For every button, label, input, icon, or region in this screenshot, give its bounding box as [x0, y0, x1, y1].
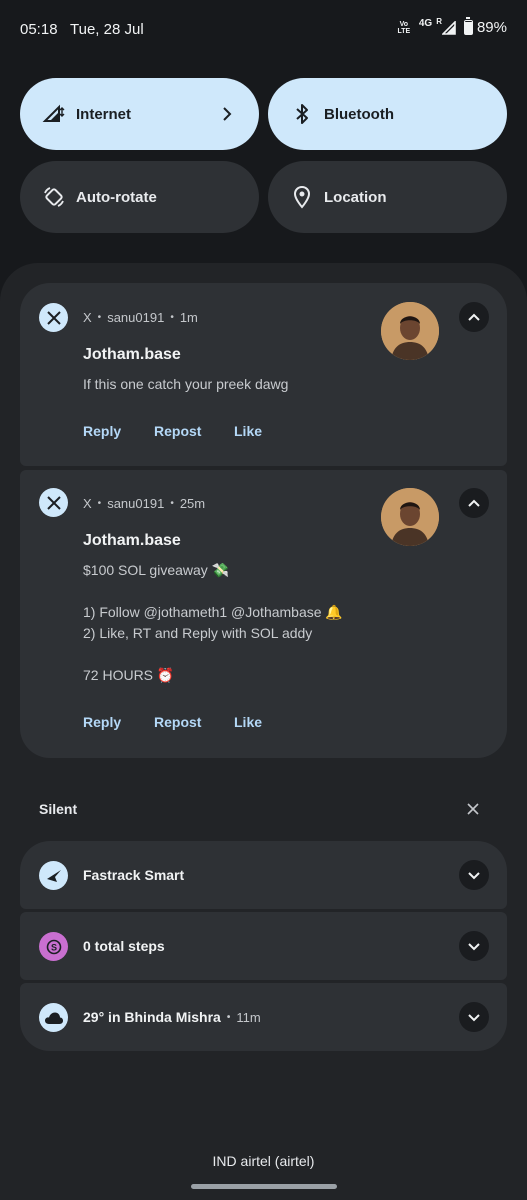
like-button[interactable]: Like — [234, 714, 262, 730]
bluetooth-icon — [290, 102, 314, 126]
silent-notification-title: 29° in Bhinda Mishra • 11m — [83, 1009, 261, 1025]
separator-dot: • — [170, 498, 174, 509]
silent-notification[interactable]: 29° in Bhinda Mishra • 11m — [20, 983, 507, 1051]
svg-text:S: S — [50, 942, 56, 952]
clock: 05:18 — [20, 21, 58, 38]
notification-text-line: 2) Like, RT and Reply with SOL addy — [83, 625, 313, 641]
repost-button[interactable]: Repost — [154, 714, 201, 730]
collapse-button[interactable] — [459, 302, 489, 332]
tile-internet-label: Internet — [76, 105, 132, 123]
tile-internet[interactable]: Internet — [20, 78, 259, 150]
fastrack-icon — [39, 861, 68, 890]
carrier-label: IND airtel (airtel) — [212, 1153, 315, 1169]
tile-bluetooth-label: Bluetooth — [324, 105, 394, 123]
notification-card[interactable]: X • sanu0191 • 25m Jotham.base $100 SOL … — [20, 470, 507, 758]
tile-location[interactable]: Location — [268, 161, 507, 233]
separator-dot: • — [226, 1011, 231, 1023]
gesture-nav-handle[interactable] — [191, 1184, 337, 1189]
tile-auto-rotate[interactable]: Auto-rotate — [20, 161, 259, 233]
account-name: sanu0191 — [107, 496, 165, 511]
expand-button[interactable] — [459, 1002, 489, 1032]
notification-text-line: $100 SOL giveaway 💸 — [83, 562, 230, 578]
battery-icon — [463, 17, 473, 35]
x-app-icon — [39, 488, 68, 517]
notification-time: 25m — [179, 496, 206, 511]
tile-auto-rotate-label: Auto-rotate — [76, 188, 157, 206]
location-pin-icon — [290, 185, 314, 209]
notification-title: 0 total steps — [83, 938, 165, 954]
chevron-right-icon[interactable] — [215, 102, 239, 126]
volte-icon: Vo LTE — [397, 20, 411, 35]
status-bar: 05:18 Tue, 28 Jul Vo LTE 4G R 89% — [0, 0, 527, 60]
notification-title: Jotham.base — [83, 346, 181, 363]
collapse-button[interactable] — [459, 488, 489, 518]
separator-dot: • — [97, 498, 102, 509]
x-app-icon — [39, 303, 68, 332]
notification-time: 11m — [236, 1009, 261, 1025]
avatar — [381, 302, 439, 360]
battery-percent: 89% — [476, 19, 507, 36]
silent-notification[interactable]: Fastrack Smart — [20, 841, 507, 909]
reply-button[interactable]: Reply — [83, 423, 121, 439]
app-name: X — [83, 496, 92, 511]
notification-text-line: 1) Follow @jothameth1 @Jothambase 🔔 — [83, 604, 343, 620]
cloud-icon — [39, 1003, 68, 1032]
steps-icon: S — [39, 932, 68, 961]
notification-text-line: 72 HOURS ⏰ — [83, 667, 175, 683]
battery-level — [464, 22, 472, 34]
chevron-up-icon — [468, 313, 480, 321]
chevron-down-icon — [468, 1014, 480, 1022]
silent-notification[interactable]: S 0 total steps — [20, 912, 507, 980]
chevron-up-icon — [468, 499, 480, 507]
signal-strength-icon — [441, 20, 456, 35]
account-name: sanu0191 — [107, 310, 165, 325]
notification-meta: X • sanu0191 • 25m — [83, 496, 205, 511]
notification-text: If this one catch your preek dawg — [83, 376, 289, 392]
reply-button[interactable]: Reply — [83, 714, 121, 730]
status-icons: Vo LTE 4G R 89% — [396, 17, 507, 36]
date: Tue, 28 Jul — [70, 21, 144, 38]
app-name: X — [83, 310, 92, 325]
notification-title: Jotham.base — [83, 532, 181, 549]
notification-meta: X • sanu0191 • 1m — [83, 310, 198, 325]
notification-title: 29° in Bhinda Mishra — [83, 1009, 221, 1025]
roaming-indicator: R — [436, 17, 442, 26]
silent-section-header: Silent — [39, 801, 78, 817]
chevron-down-icon — [468, 943, 480, 951]
signal-icon — [42, 102, 66, 126]
like-button[interactable]: Like — [234, 423, 262, 439]
expand-button[interactable] — [459, 931, 489, 961]
tile-bluetooth[interactable]: Bluetooth — [268, 78, 507, 150]
close-icon[interactable] — [465, 801, 481, 817]
separator-dot: • — [97, 312, 102, 323]
notification-card[interactable]: X • sanu0191 • 1m Jotham.base If this on… — [20, 283, 507, 466]
repost-button[interactable]: Repost — [154, 423, 201, 439]
notification-time: 1m — [179, 310, 198, 325]
chevron-down-icon — [468, 872, 480, 880]
tile-location-label: Location — [324, 188, 387, 206]
network-type: 4G — [418, 18, 433, 29]
silent-notification-title: 0 total steps — [83, 938, 165, 954]
rotate-icon — [42, 185, 66, 209]
separator-dot: • — [170, 312, 174, 323]
avatar — [381, 488, 439, 546]
notification-title: Fastrack Smart — [83, 867, 185, 883]
silent-notification-title: Fastrack Smart — [83, 867, 184, 883]
expand-button[interactable] — [459, 860, 489, 890]
